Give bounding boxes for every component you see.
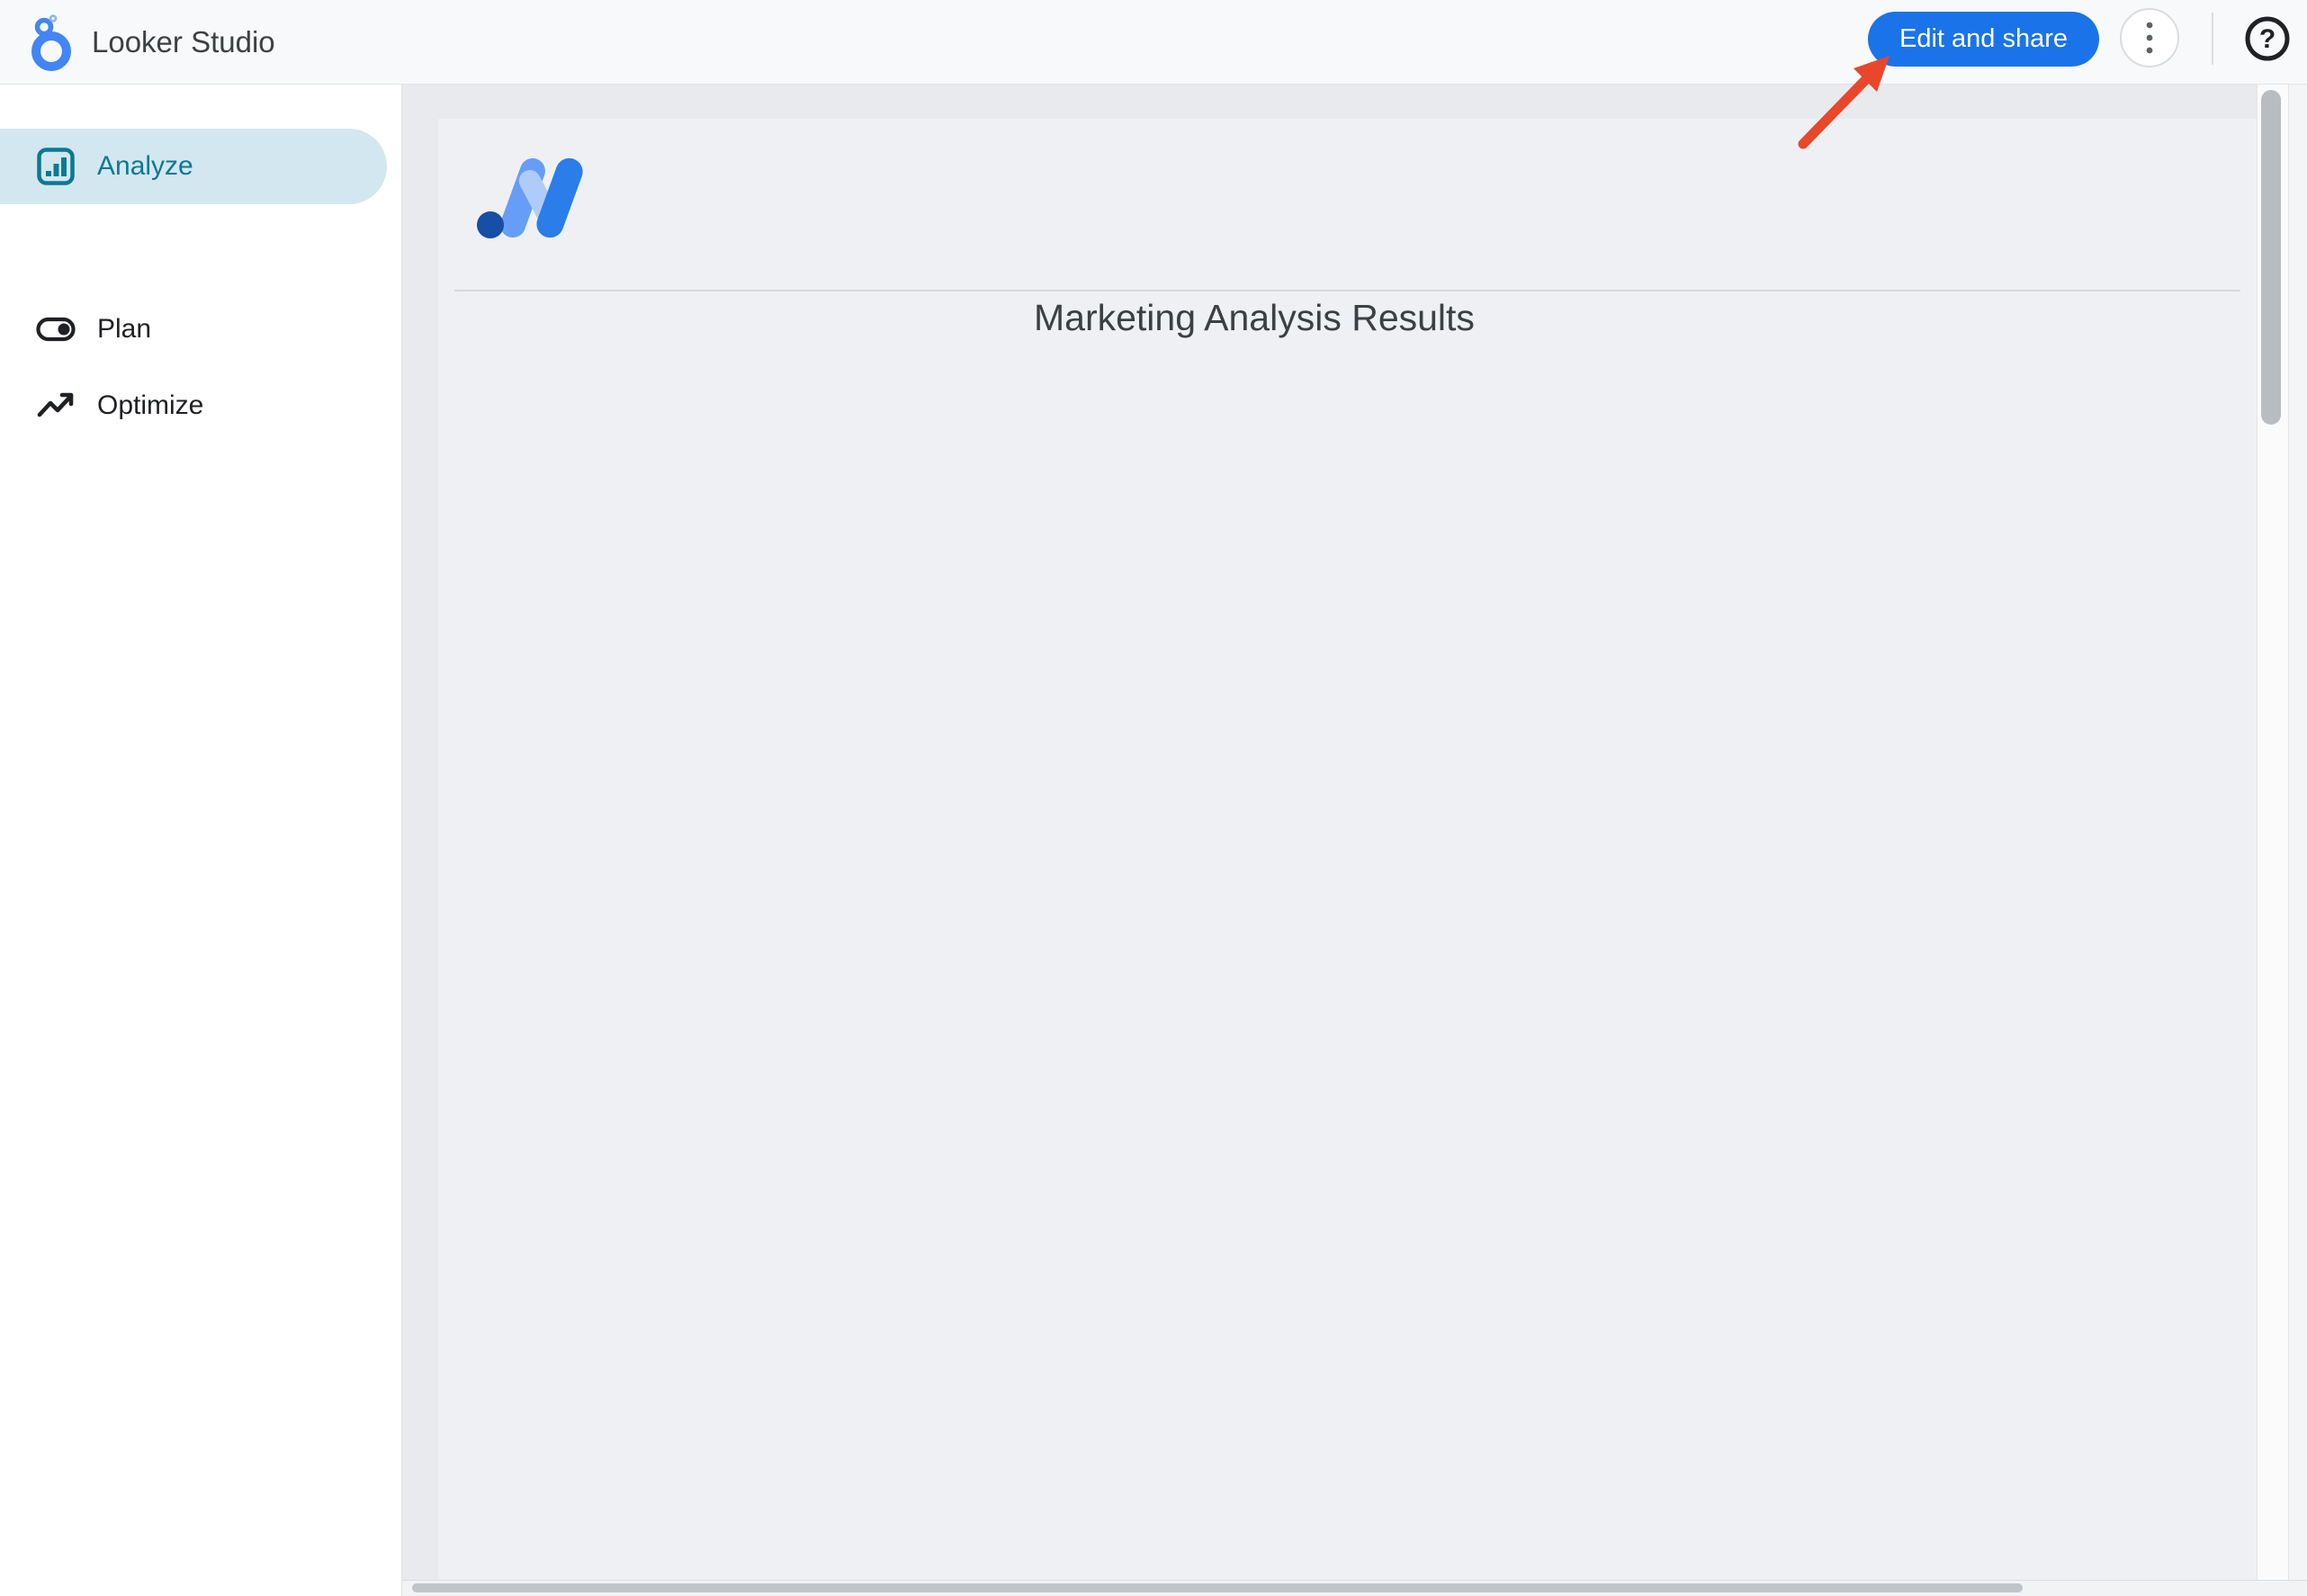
vertical-dots-icon: [2144, 18, 2155, 58]
help-icon[interactable]: ?: [2244, 15, 2291, 62]
report-page: Marketing Analysis Results: [438, 119, 2257, 1596]
looker-studio-logo-icon: [23, 13, 79, 73]
sidebar-item-optimize[interactable]: Optimize: [0, 368, 387, 444]
vertical-scrollbar-gutter: [2289, 85, 2307, 1582]
sidebar-item-analyze[interactable]: Analyze: [0, 129, 387, 204]
toggle-icon: [36, 309, 76, 349]
horizontal-scrollbar-thumb[interactable]: [412, 1583, 2023, 1592]
top-app-bar: Looker Studio Edit and share ?: [0, 0, 2307, 85]
more-options-button[interactable]: [2120, 8, 2179, 67]
sidebar-item-label: Analyze: [97, 151, 193, 182]
trending-up-icon: [36, 386, 76, 426]
header-divider: [454, 290, 2240, 291]
sidebar-item-plan[interactable]: Plan: [0, 291, 387, 367]
svg-text:?: ?: [2259, 24, 2276, 54]
topbar-divider: [2212, 13, 2213, 65]
meridian-logo: [474, 153, 586, 243]
report-title: Marketing Analysis Results: [1034, 297, 1475, 339]
sidebar-item-label: Optimize: [97, 390, 203, 421]
analytics-icon: [36, 147, 76, 186]
left-sidebar: Analyze Plan Optimize: [0, 85, 402, 1596]
sidebar-item-label: Plan: [97, 314, 151, 345]
vertical-scrollbar-thumb[interactable]: [2261, 90, 2281, 425]
edit-and-share-button[interactable]: Edit and share: [1868, 12, 2099, 67]
app-title: Looker Studio: [92, 0, 275, 85]
looker-studio-screen: Looker Studio Edit and share ?: [0, 0, 2307, 1596]
